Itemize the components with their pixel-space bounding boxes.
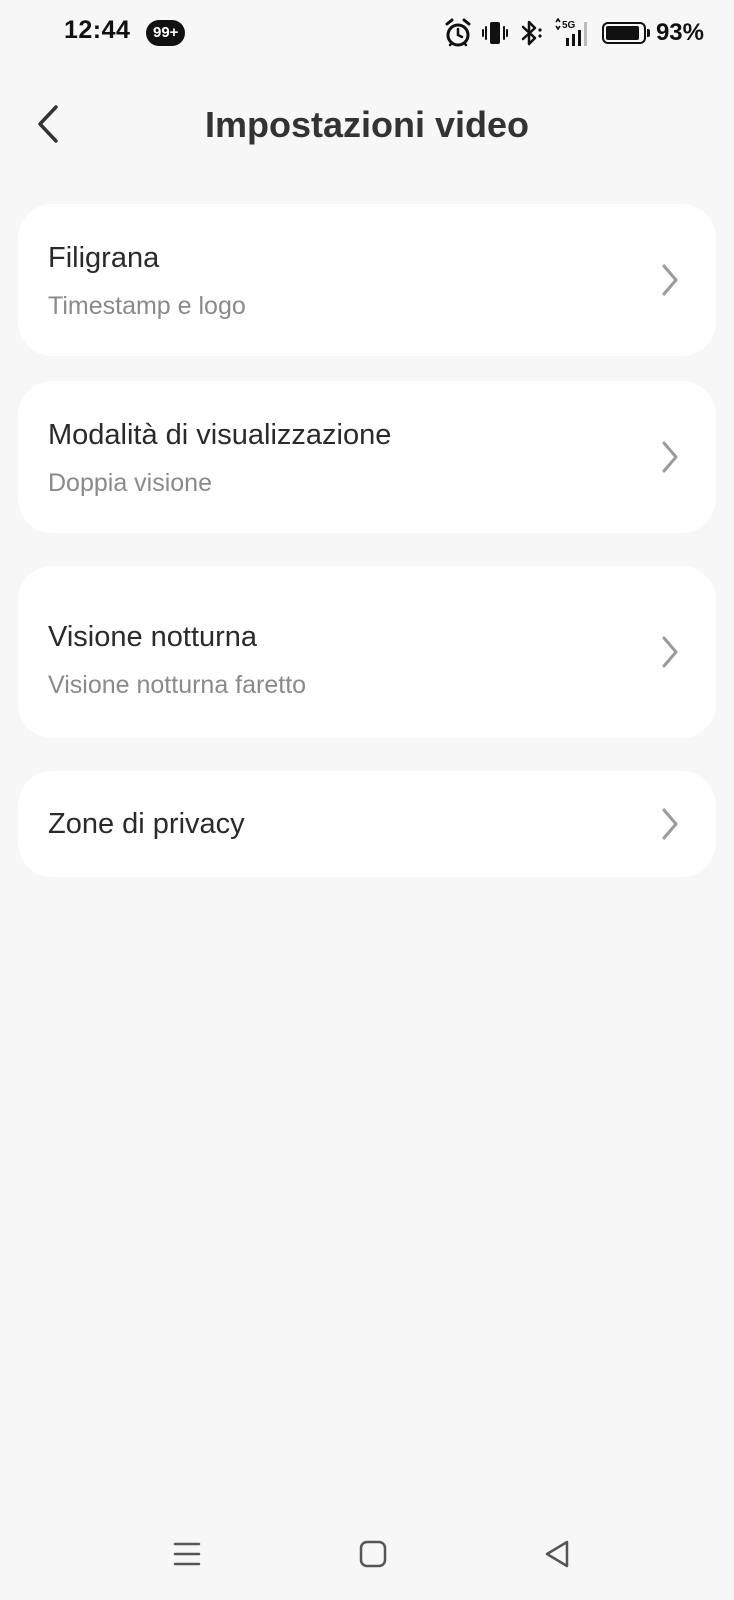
setting-subtitle: Doppia visione: [48, 469, 212, 497]
system-nav-bar: [0, 1510, 734, 1600]
back-triangle-icon: [545, 1540, 569, 1568]
setting-subtitle: Visione notturna faretto: [48, 671, 307, 699]
notification-badge: 99+: [146, 20, 186, 46]
header: Impostazioni video: [0, 90, 734, 160]
svg-text:5G: 5G: [562, 20, 576, 31]
setting-night-vision[interactable]: Visione notturna Visione notturna farett…: [18, 566, 716, 738]
setting-privacy-zones[interactable]: Zone di privacy: [18, 771, 716, 877]
chevron-right-icon: [662, 808, 678, 840]
home-icon: [359, 1540, 387, 1568]
chevron-right-icon: [662, 636, 678, 668]
chevron-right-icon: [662, 441, 678, 473]
setting-title: Filigrana: [48, 242, 160, 274]
status-icons: 5G 93%: [444, 16, 704, 50]
signal-icon: 5G: [554, 18, 592, 48]
battery-icon: [601, 22, 650, 44]
status-time: 12:44: [64, 16, 131, 44]
chevron-right-icon: [662, 264, 678, 296]
home-button[interactable]: [351, 1532, 395, 1576]
battery-level-fill: [605, 26, 640, 40]
setting-display-mode[interactable]: Modalità di visualizzazione Doppia visio…: [18, 381, 716, 533]
vibrate-icon: [481, 19, 508, 47]
page-title: Impostazioni video: [204, 104, 530, 145]
menu-button[interactable]: [165, 1532, 209, 1576]
battery-percent: 93%: [655, 19, 704, 46]
setting-watermark[interactable]: Filigrana Timestamp e logo: [18, 204, 716, 356]
bluetooth-icon: [518, 19, 544, 47]
menu-icon: [173, 1542, 201, 1566]
setting-title: Modalità di visualizzazione: [48, 419, 392, 451]
setting-title: Visione notturna: [48, 621, 258, 653]
setting-title: Zone di privacy: [48, 808, 245, 840]
setting-subtitle: Timestamp e logo: [48, 292, 246, 320]
alarm-icon: [444, 18, 472, 48]
back-nav-button[interactable]: [535, 1532, 579, 1576]
status-bar: 12:44 99+ 5G 93%: [0, 0, 734, 66]
